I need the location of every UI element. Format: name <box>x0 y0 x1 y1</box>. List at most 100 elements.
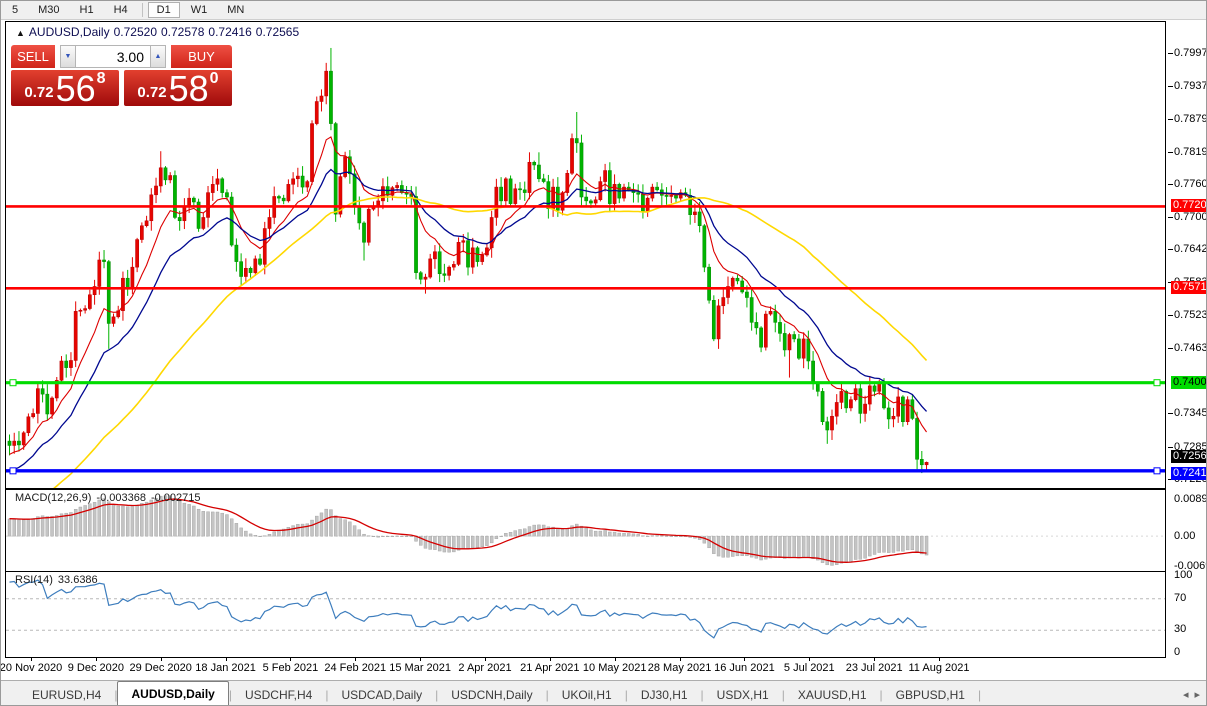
candle <box>797 334 800 360</box>
macd-bar <box>287 527 290 536</box>
tab-dj30-h1[interactable]: DJ30,H1 <box>628 684 701 706</box>
macd-bar <box>637 534 640 536</box>
macd-bar <box>22 520 25 536</box>
tab-usdchf-h4[interactable]: USDCHF,H4 <box>232 684 325 706</box>
candle <box>471 238 474 274</box>
timeframe-button-m30[interactable]: M30 <box>29 2 68 18</box>
tab-gbpusd-h1[interactable]: GBPUSD,H1 <box>883 684 978 706</box>
line-handle[interactable] <box>10 468 16 474</box>
candle <box>604 164 607 192</box>
tab-usdcad-daily[interactable]: USDCAD,Daily <box>328 684 435 706</box>
tab-separator: | <box>978 688 981 706</box>
macd-bar <box>589 530 592 536</box>
macd-bar <box>916 536 919 552</box>
date-tick-mark <box>420 658 421 661</box>
candle <box>13 433 16 454</box>
sell-price-panel[interactable]: 0.72 56 8 <box>11 70 119 106</box>
candle <box>159 151 162 192</box>
macd-bar <box>708 536 711 548</box>
volume-decrease-button[interactable]: ▼ <box>60 45 76 68</box>
macd-bar <box>604 530 607 536</box>
timeframe-button-mn[interactable]: MN <box>218 2 253 18</box>
date-tick-mark <box>744 658 745 661</box>
price-line-badge: 0.74007 <box>1171 376 1207 389</box>
line-handle[interactable] <box>1154 380 1160 386</box>
candle <box>500 177 503 207</box>
line-handle[interactable] <box>10 380 16 386</box>
candle <box>258 254 261 266</box>
tab-xauusd-h1[interactable]: XAUUSD,H1 <box>785 684 880 706</box>
macd-pane: MACD(12,26,9)-0.003368-0.002715 <box>5 489 1166 572</box>
candle <box>485 243 488 257</box>
macd-bar <box>443 536 446 552</box>
price-tick-mark <box>1168 119 1173 120</box>
macd-bar <box>424 536 427 548</box>
line-handle[interactable] <box>1154 468 1160 474</box>
macd-bar <box>514 531 517 537</box>
candle <box>774 305 777 333</box>
candle <box>419 271 422 284</box>
macd-bar <box>448 536 451 552</box>
timeframe-button-h4[interactable]: H4 <box>105 2 137 18</box>
candle <box>348 150 351 184</box>
tab-scroll-right-icon[interactable]: ▸ <box>1194 689 1200 701</box>
candle <box>599 177 602 202</box>
tab-scroll-left-icon[interactable]: ◂ <box>1183 689 1189 701</box>
candle <box>79 309 82 317</box>
macd-bar <box>816 536 819 560</box>
timeframe-button-w1[interactable]: W1 <box>182 2 217 18</box>
macd-bar <box>873 536 876 554</box>
candle <box>27 413 30 436</box>
tab-usdx-h1[interactable]: USDX,H1 <box>704 684 782 706</box>
date-tick-mark <box>290 658 291 661</box>
macd-bar <box>670 536 673 537</box>
buy-price-panel[interactable]: 0.72 58 0 <box>124 70 232 106</box>
candle <box>665 187 668 205</box>
timeframe-button-h1[interactable]: H1 <box>71 2 103 18</box>
date-label: 9 Dec 2020 <box>68 662 124 674</box>
macd-bar <box>84 505 87 536</box>
macd-bar <box>774 536 777 557</box>
candle <box>679 189 682 201</box>
tab-audusd-daily[interactable]: AUDUSD,Daily <box>117 681 228 706</box>
buy-button[interactable]: BUY <box>171 45 232 68</box>
macd-bar <box>911 536 914 550</box>
date-label: 24 Feb 2021 <box>324 662 386 674</box>
macd-bar <box>504 533 507 536</box>
sell-button[interactable]: SELL <box>11 45 55 68</box>
timeframe-button-d1[interactable]: D1 <box>148 2 180 18</box>
macd-bar <box>897 536 900 551</box>
tab-eurusd-h4[interactable]: EURUSD,H4 <box>19 684 114 706</box>
date-tick-mark <box>161 658 162 661</box>
tab-usdcnh-daily[interactable]: USDCNH,Daily <box>438 684 545 706</box>
candle <box>863 396 866 422</box>
candle <box>32 408 35 418</box>
macd-bar <box>301 524 304 536</box>
volume-increase-button[interactable]: ▲ <box>150 45 166 68</box>
macd-bar <box>46 517 49 537</box>
collapse-arrow-icon[interactable]: ▲ <box>16 28 25 38</box>
macd-bar <box>221 513 224 536</box>
macd-bar <box>878 536 881 552</box>
rsi-chart <box>6 572 1165 657</box>
volume-input[interactable] <box>76 45 150 68</box>
price-tick-label: 0.79375 <box>1174 80 1207 92</box>
date-tick-mark <box>939 658 940 661</box>
macd-bar <box>296 524 299 536</box>
price-tick-mark <box>1168 184 1173 185</box>
macd-bar <box>145 502 148 536</box>
macd-bar <box>764 536 767 559</box>
price-tick-mark <box>1168 86 1173 87</box>
macd-bar <box>566 528 569 536</box>
macd-bar <box>339 519 342 537</box>
candle <box>216 169 219 191</box>
candle <box>712 295 715 341</box>
macd-bar <box>315 516 318 536</box>
timeframe-button-5[interactable]: 5 <box>3 2 27 18</box>
candle <box>637 184 640 202</box>
macd-bar <box>575 524 578 536</box>
candle <box>150 188 153 231</box>
macd-bar <box>845 536 848 562</box>
tab-ukoil-h1[interactable]: UKOil,H1 <box>549 684 625 706</box>
macd-bar <box>840 536 843 563</box>
